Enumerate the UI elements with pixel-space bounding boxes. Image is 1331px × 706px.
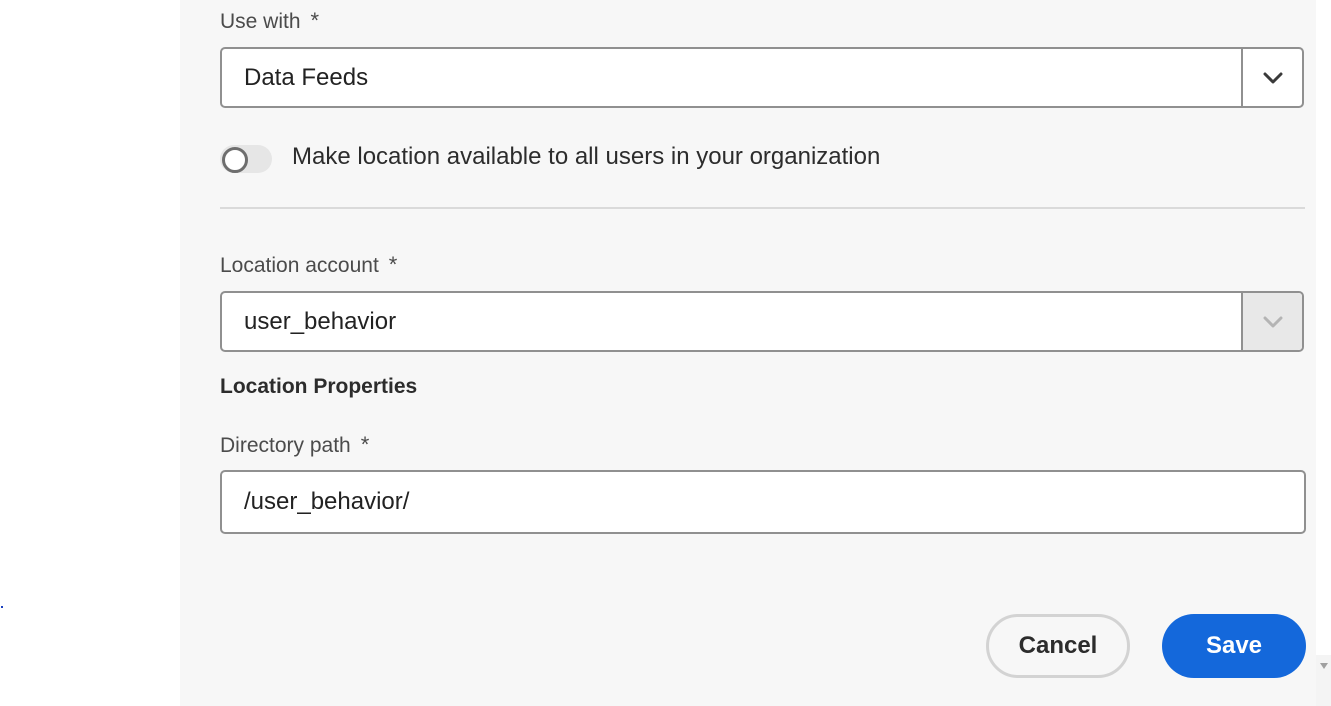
location-account-value: user_behavior [244,308,397,335]
scroll-down-arrow-icon[interactable] [1320,663,1328,669]
use-with-value: Data Feeds [244,64,369,91]
background-area [0,0,180,706]
use-with-label-text: Use with [220,10,301,33]
use-with-label: Use with * [220,8,319,34]
use-with-dropdown-button[interactable] [1241,49,1302,106]
chevron-down-icon [1263,72,1282,83]
share-toggle-label: Make location available to all users in … [292,143,881,170]
required-asterisk: * [388,252,398,277]
section-divider [220,207,1305,209]
use-with-select[interactable]: Data Feeds [220,47,1304,108]
stray-dot [1,606,3,608]
location-account-label: Location account * [220,252,397,278]
directory-path-label: Directory path * [220,432,369,458]
scrollbar-thumb[interactable] [1316,0,1331,655]
location-account-dropdown-button[interactable] [1241,293,1302,350]
directory-path-input[interactable] [220,470,1306,534]
cancel-button[interactable]: Cancel [986,614,1130,678]
chevron-down-icon [1263,316,1282,327]
toggle-knob [222,147,248,173]
required-asterisk: * [360,432,370,457]
location-properties-heading: Location Properties [220,375,418,398]
location-account-select[interactable]: user_behavior [220,291,1304,352]
directory-path-label-text: Directory path [220,434,351,457]
location-account-label-text: Location account [220,254,379,277]
required-asterisk: * [310,8,320,33]
share-toggle[interactable] [220,145,272,173]
save-button[interactable]: Save [1162,614,1306,678]
